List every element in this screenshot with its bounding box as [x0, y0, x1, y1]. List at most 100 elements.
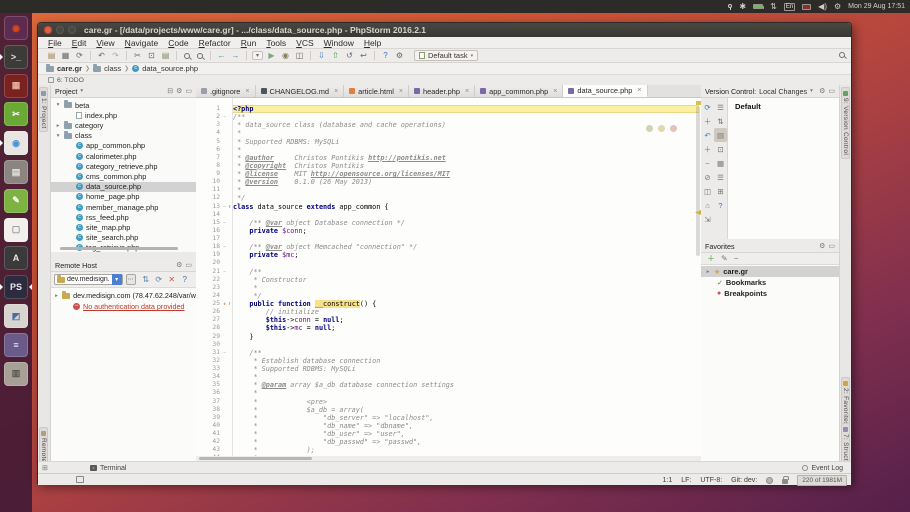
- vcs-add-icon[interactable]: ＋: [701, 114, 714, 128]
- editor-vscrollbar[interactable]: [696, 106, 700, 256]
- close-icon[interactable]: ×: [553, 88, 557, 95]
- code-line[interactable]: * data_source class (database and cache …: [233, 121, 699, 129]
- terminal-red-launcher[interactable]: ▦: [4, 74, 28, 98]
- vcs-history-icon[interactable]: ↺: [344, 51, 355, 60]
- code-line[interactable]: private $mc;: [233, 251, 699, 259]
- menu-navigate[interactable]: Navigate: [121, 38, 163, 48]
- gutter-method-icon[interactable]: ↑: [228, 203, 231, 211]
- remove-icon[interactable]: −: [734, 254, 739, 263]
- default-task-combo[interactable]: Default task▾: [414, 50, 478, 61]
- window-close-button[interactable]: [44, 26, 52, 34]
- keyboard-layout-indicator[interactable]: En: [784, 3, 795, 11]
- expand-icon[interactable]: ⇅: [714, 114, 727, 128]
- code-line[interactable]: */: [233, 292, 699, 300]
- code-line[interactable]: * @version 0.1.0 (26 May 2013): [233, 178, 699, 186]
- remote-error-row[interactable]: − No authentication data provided: [51, 301, 196, 312]
- coverage-icon[interactable]: ◫: [294, 51, 305, 60]
- gutter-method-icon[interactable]: ↓: [223, 300, 226, 308]
- replace-icon[interactable]: [197, 53, 203, 59]
- chevron-right-icon[interactable]: ▸: [54, 293, 59, 299]
- session-menu-icon[interactable]: ⚙: [834, 2, 841, 11]
- revert-icon[interactable]: ↶: [701, 128, 714, 142]
- copy-icon[interactable]: ⊡: [714, 142, 727, 156]
- file-cabinet-launcher[interactable]: ▤: [4, 160, 28, 184]
- editor[interactable]: 12−345678910111213−↑1415−161718−192021−2…: [196, 98, 701, 456]
- code-line[interactable]: $this->mc = null;: [233, 324, 699, 332]
- local-changes-tab[interactable]: Local Changes: [759, 87, 807, 96]
- project-tree-item[interactable]: ▸category: [51, 120, 196, 130]
- flatten-icon[interactable]: ☰: [714, 100, 727, 114]
- group-icon[interactable]: ▦: [714, 156, 727, 170]
- code-line[interactable]: [233, 259, 699, 267]
- close-icon[interactable]: ×: [334, 88, 338, 95]
- ignore-icon[interactable]: ⊘: [701, 170, 714, 184]
- inspection-indicator[interactable]: [646, 125, 677, 132]
- vcs-update-icon[interactable]: ⇩: [316, 51, 327, 60]
- chevron-down-icon[interactable]: ▾: [55, 133, 61, 139]
- code-line[interactable]: * @param array $a_db database connection…: [233, 381, 699, 389]
- code-line[interactable]: *: [233, 284, 699, 292]
- menu-edit[interactable]: Edit: [68, 38, 91, 48]
- editor-tab[interactable]: data_source.php×: [563, 85, 647, 97]
- project-hscrollbar[interactable]: [60, 247, 178, 250]
- project-tree-item[interactable]: cdata_source.php: [51, 182, 196, 192]
- code-line[interactable]: $this->conn = null;: [233, 316, 699, 324]
- breadcrumb-item[interactable]: cdata_source.php: [132, 64, 198, 73]
- settings-icon[interactable]: ⚙: [819, 87, 825, 95]
- editor-tab[interactable]: CHANGELOG.md×: [256, 85, 345, 97]
- menu-help[interactable]: Help: [360, 38, 385, 48]
- software-launcher[interactable]: ▥: [4, 362, 28, 386]
- fold-marker[interactable]: −: [223, 349, 226, 357]
- network-traffic-icon[interactable]: ⇅: [770, 2, 777, 11]
- line-ending-indicator[interactable]: LF:: [681, 477, 691, 484]
- open-icon[interactable]: ▤: [46, 51, 57, 60]
- code-line[interactable]: class data_source extends app_common {: [233, 203, 699, 211]
- terminal-launcher[interactable]: >_: [4, 45, 28, 69]
- changelist-default[interactable]: Default: [728, 98, 839, 111]
- chevron-right-icon[interactable]: ▸: [55, 123, 61, 129]
- chevron-down-icon[interactable]: ▾: [112, 274, 122, 285]
- code-line[interactable]: * Supported RDBMS: MySQLi: [233, 138, 699, 146]
- code-line[interactable]: [233, 341, 699, 349]
- project-tree-item[interactable]: chome_page.php: [51, 192, 196, 202]
- code-line[interactable]: * "db_user" => "user",: [233, 430, 699, 438]
- editor-tab[interactable]: header.php×: [409, 85, 475, 97]
- revert-icon[interactable]: ↩: [358, 51, 369, 60]
- home-icon[interactable]: ⌂: [701, 198, 714, 212]
- code-line[interactable]: }: [233, 333, 699, 341]
- todo-toolwindow-button[interactable]: 6: TODO: [57, 77, 84, 84]
- memory-indicator[interactable]: 220 of 1981M: [797, 475, 847, 486]
- battery-icon[interactable]: [753, 4, 763, 9]
- location-icon[interactable]: [728, 4, 732, 10]
- menu-vcs[interactable]: VCS: [292, 38, 317, 48]
- project-tree-item[interactable]: ccms_common.php: [51, 171, 196, 181]
- encoding-indicator[interactable]: UTF-8:: [700, 477, 722, 484]
- app-indicator-icon[interactable]: ✱: [739, 2, 746, 11]
- code-line[interactable]: /**: [233, 113, 699, 121]
- code-line[interactable]: <?php: [233, 105, 699, 113]
- menu-code[interactable]: Code: [164, 38, 192, 48]
- copy-icon[interactable]: ⊡: [146, 51, 157, 60]
- cut-icon[interactable]: ✂: [132, 51, 143, 60]
- settings-icon[interactable]: ⚙: [394, 51, 405, 60]
- fold-marker[interactable]: −: [223, 219, 226, 227]
- redo-icon[interactable]: ↷: [110, 51, 121, 60]
- code-line[interactable]: * "db_server" => "localhost",: [233, 414, 699, 422]
- code-line[interactable]: private $conn;: [233, 227, 699, 235]
- search-everywhere-icon[interactable]: [839, 52, 845, 58]
- code-line[interactable]: public function __construct() {: [233, 300, 699, 308]
- project-tree-item[interactable]: csite_map.php: [51, 222, 196, 232]
- add-icon[interactable]: ＋: [707, 253, 715, 264]
- collapse-all-icon[interactable]: ⊟: [167, 87, 173, 95]
- chevron-right-icon[interactable]: ▸: [705, 269, 711, 275]
- undo-icon[interactable]: ↶: [96, 51, 107, 60]
- ubuntu-dash-button[interactable]: ◉: [4, 16, 28, 40]
- code-line[interactable]: *: [233, 186, 699, 194]
- breadcrumb-item[interactable]: care.gr: [46, 64, 82, 73]
- document-launcher[interactable]: ▢: [4, 218, 28, 242]
- hide-panel-icon[interactable]: ▭: [828, 87, 835, 95]
- editor-tab[interactable]: article.html×: [344, 85, 409, 97]
- code-line[interactable]: /**: [233, 268, 699, 276]
- remote-host-header[interactable]: Remote Host ⚙ ▭: [51, 259, 196, 272]
- project-tree-item[interactable]: crss_feed.php: [51, 212, 196, 222]
